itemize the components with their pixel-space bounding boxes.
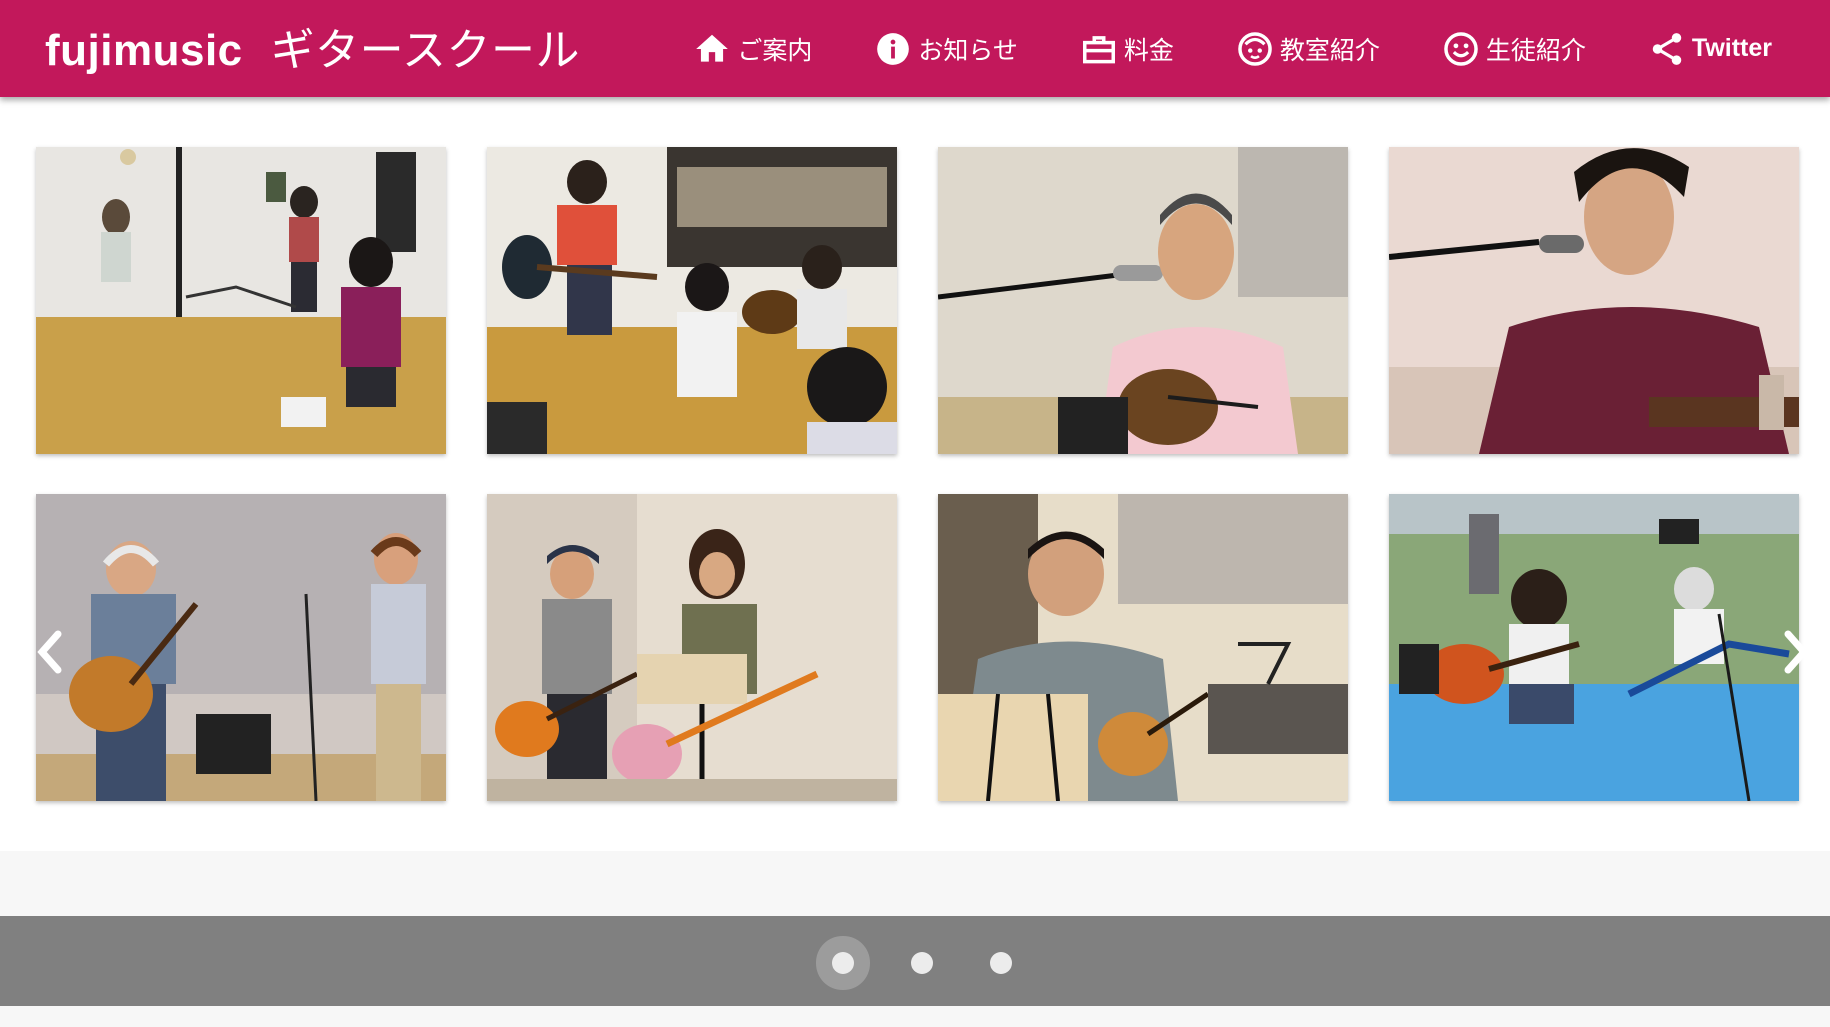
gallery-photo[interactable] (1389, 147, 1799, 454)
child-face-icon (1238, 31, 1272, 66)
gallery-photo[interactable] (938, 147, 1348, 454)
page-dot-2[interactable] (911, 952, 933, 974)
main-nav: ご案内 お知らせ 料金 教室紹介 生徒紹介 Twitter (693, 0, 1772, 97)
chevron-left-icon (37, 630, 62, 674)
next-slide-button[interactable] (1778, 622, 1818, 682)
page-dot-1[interactable] (832, 952, 854, 974)
page-dot-3[interactable] (990, 952, 1012, 974)
nav-item-guide[interactable]: ご案内 (693, 30, 812, 68)
briefcase-icon (1082, 35, 1115, 63)
site-subtitle: ギタースクール (270, 26, 580, 75)
photo-pink-shirt-singer (938, 147, 1348, 454)
nav-item-label: 料金 (1123, 35, 1174, 65)
nav-item-twitter[interactable]: Twitter (1648, 30, 1772, 68)
photo-grid (36, 147, 1799, 801)
photo-outdoor-stage (1389, 494, 1799, 801)
gallery-photo[interactable] (36, 147, 446, 454)
nav-item-students[interactable]: 生徒紹介 (1442, 30, 1586, 68)
photo-gallery (0, 97, 1830, 851)
gallery-photo[interactable] (1389, 494, 1799, 801)
share-icon (1652, 32, 1682, 65)
nav-item-label: 生徒紹介 (1485, 35, 1586, 65)
gallery-photo[interactable] (938, 494, 1348, 801)
nav-item-label: Twitter (1691, 34, 1772, 62)
content-gap (0, 851, 1830, 916)
photo-duo-performance (487, 494, 897, 801)
nav-item-news[interactable]: お知らせ (874, 30, 1018, 68)
site-name: fujimusic (45, 26, 243, 75)
page-bottom (0, 1006, 1830, 1027)
photo-practice-room (36, 147, 446, 454)
photo-checked-shirt-singer (938, 494, 1348, 801)
gallery-photo[interactable] (487, 494, 897, 801)
home-icon (696, 34, 729, 62)
nav-item-fees[interactable]: 料金 (1080, 30, 1174, 68)
slider-pagination (0, 916, 1830, 1006)
gallery-photo[interactable] (36, 494, 446, 801)
photo-group-lesson (487, 147, 897, 454)
gallery-photo[interactable] (487, 147, 897, 454)
prev-slide-button[interactable] (28, 622, 68, 682)
nav-item-classroom[interactable]: 教室紹介 (1236, 30, 1380, 68)
site-title[interactable]: fujimusic ギタースクール (45, 14, 580, 78)
photo-older-man-guitar (36, 494, 446, 801)
nav-item-label: 教室紹介 (1279, 35, 1380, 65)
smiley-icon (1444, 31, 1478, 66)
nav-item-label: お知らせ (918, 35, 1018, 65)
info-icon (877, 32, 910, 65)
nav-item-label: ご案内 (737, 35, 813, 65)
photo-young-singer (1389, 147, 1799, 454)
chevron-right-icon (1784, 630, 1809, 674)
header-bar: fujimusic ギタースクール ご案内 お知らせ 料金 教室紹介 生徒紹介 T… (0, 0, 1830, 97)
